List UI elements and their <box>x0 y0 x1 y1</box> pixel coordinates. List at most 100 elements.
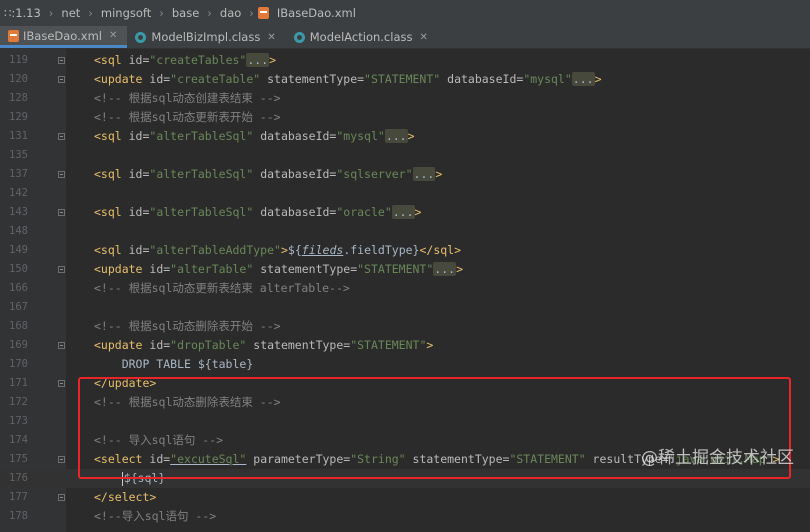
breadcrumb-item[interactable]: dao <box>216 6 245 20</box>
folded-region[interactable]: ... <box>433 262 457 276</box>
code-token: </select> <box>94 490 157 504</box>
line-number: 135 <box>9 149 28 161</box>
code-line[interactable]: 166 <!-- 根据sql动态更新表结束 alterTable--> <box>0 279 810 298</box>
close-icon[interactable]: ✕ <box>267 32 275 43</box>
code-line[interactable]: 170 DROP TABLE ${table} <box>0 355 810 374</box>
code-token: <!-- 根据sql动态创建表结束 --> <box>94 91 281 105</box>
fold-marker-icon[interactable] <box>58 266 65 273</box>
fold-marker-icon[interactable] <box>58 380 65 387</box>
code-token: <sql <box>94 167 129 181</box>
line-number: 174 <box>9 434 28 446</box>
code-line[interactable]: 128 <!-- 根据sql动态创建表结束 --> <box>0 89 810 108</box>
fold-marker-icon[interactable] <box>58 171 65 178</box>
code-token: <sql <box>94 53 129 67</box>
close-icon[interactable]: ✕ <box>109 30 117 41</box>
code-line[interactable]: 143 <sql id="alterTableSql" databaseId="o… <box>0 203 810 222</box>
watermark: @稀土掘金技术社区 <box>641 448 794 468</box>
fold-marker-icon[interactable] <box>58 342 65 349</box>
tab-label: IBaseDao.xml <box>23 28 102 43</box>
line-number: 120 <box>9 73 28 85</box>
code-text: <sql id="alterTableSql" databaseId="mysq… <box>94 127 415 146</box>
close-icon[interactable]: ✕ <box>419 32 427 43</box>
code-token: "createTables" <box>149 53 247 67</box>
code-line[interactable]: 120 <update id="createTable" statementTyp… <box>0 70 810 89</box>
line-number: 178 <box>9 510 28 522</box>
editor-tab[interactable]: IBaseDao.xml ✕ <box>0 26 128 48</box>
fold-marker-icon[interactable] <box>58 133 65 140</box>
code-token: "mysql" <box>523 72 572 86</box>
code-token: "alterTableSql" <box>149 129 254 143</box>
tab-label: ModelBizImpl.class <box>151 30 261 44</box>
code-token: "mysql" <box>336 129 385 143</box>
code-line[interactable]: 150 <update id="alterTable" statementType… <box>0 260 810 279</box>
code-token: > <box>407 129 415 143</box>
code-line[interactable]: 169 <update id="dropTable" statementType=… <box>0 336 810 355</box>
code-line[interactable]: 131 <sql id="alterTableSql" databaseId="m… <box>0 127 810 146</box>
folded-region[interactable]: ... <box>412 167 436 181</box>
folded-region[interactable]: ... <box>384 129 408 143</box>
code-text: DROP TABLE ${table} <box>94 355 254 374</box>
code-line[interactable]: 148 <box>0 222 810 241</box>
line-number: 142 <box>9 187 28 199</box>
code-token: .fieldType} <box>343 243 420 257</box>
line-number: 172 <box>9 396 28 408</box>
code-token: "STATEMENT" <box>364 72 441 86</box>
code-line[interactable]: 167 <box>0 298 810 317</box>
breadcrumb-item[interactable]: base <box>168 6 203 20</box>
breadcrumb-separator: › <box>88 6 93 20</box>
code-token: id= <box>149 262 171 276</box>
code-line[interactable]: 142 <box>0 184 810 203</box>
folded-region[interactable]: ... <box>571 72 595 86</box>
fold-marker-icon[interactable] <box>58 57 65 64</box>
folded-region[interactable]: ... <box>246 53 270 67</box>
line-number: 176 <box>9 472 28 484</box>
xml-file-icon <box>257 7 269 19</box>
fold-marker-icon[interactable] <box>58 494 65 501</box>
code-text: <sql id="alterTableSql" databaseId="sqls… <box>94 165 442 184</box>
line-number: 149 <box>9 244 28 256</box>
breadcrumb-separator: › <box>249 6 254 20</box>
line-number: 170 <box>9 358 28 370</box>
code-token: id= <box>149 338 171 352</box>
line-number: 143 <box>9 206 28 218</box>
line-number: 177 <box>9 491 28 503</box>
tab-label: ModelAction.class <box>309 30 413 44</box>
fold-marker-icon[interactable] <box>58 76 65 83</box>
code-text: <sql id="alterTableAddType">${fileds.fie… <box>94 241 461 260</box>
breadcrumb-item[interactable]: ∷:1.13 <box>0 6 45 20</box>
code-token: <sql <box>94 129 129 143</box>
code-token: "oracle" <box>336 205 392 219</box>
line-number: 128 <box>9 92 28 104</box>
line-number: 148 <box>9 225 28 237</box>
folded-region[interactable]: ... <box>391 205 415 219</box>
code-token: > <box>594 72 602 86</box>
line-number: 131 <box>9 130 28 142</box>
line-number: 175 <box>9 453 28 465</box>
breadcrumb-item[interactable]: mingsoft <box>97 6 155 20</box>
xml-file-icon <box>8 29 19 42</box>
code-line[interactable]: 149 <sql id="alterTableAddType">${fileds.… <box>0 241 810 260</box>
code-token: "alterTable" <box>170 262 254 276</box>
breadcrumb-item[interactable]: IBaseDao.xml <box>273 6 360 20</box>
fold-marker-icon[interactable] <box>58 456 65 463</box>
code-line[interactable]: 177 </select> <box>0 488 810 507</box>
breadcrumb-item[interactable]: net <box>57 6 84 20</box>
line-number: 137 <box>9 168 28 180</box>
code-token: databaseId= <box>253 167 337 181</box>
editor-tab[interactable]: ModelBizImpl.class ✕ <box>127 26 285 48</box>
code-line[interactable]: 137 <sql id="alterTableSql" databaseId="s… <box>0 165 810 184</box>
code-line[interactable]: 129 <!-- 根据sql动态更新表开始 --> <box>0 108 810 127</box>
code-line[interactable]: 178 <!--导入sql语句 --> <box>0 507 810 526</box>
code-token: > <box>269 53 277 67</box>
code-line[interactable]: 168 <!-- 根据sql动态删除表开始 --> <box>0 317 810 336</box>
line-number: 167 <box>9 301 28 313</box>
code-token: statementType= <box>246 338 351 352</box>
code-token: id= <box>128 167 150 181</box>
code-line[interactable]: 119 <sql id="createTables"...> <box>0 51 810 70</box>
code-token: databaseId= <box>253 129 337 143</box>
code-text: <!-- 根据sql动态更新表结束 alterTable--> <box>94 279 350 298</box>
code-line[interactable]: 135 <box>0 146 810 165</box>
code-token: "dropTable" <box>170 338 247 352</box>
fold-marker-icon[interactable] <box>58 209 65 216</box>
editor-tab[interactable]: ModelAction.class ✕ <box>286 26 438 48</box>
